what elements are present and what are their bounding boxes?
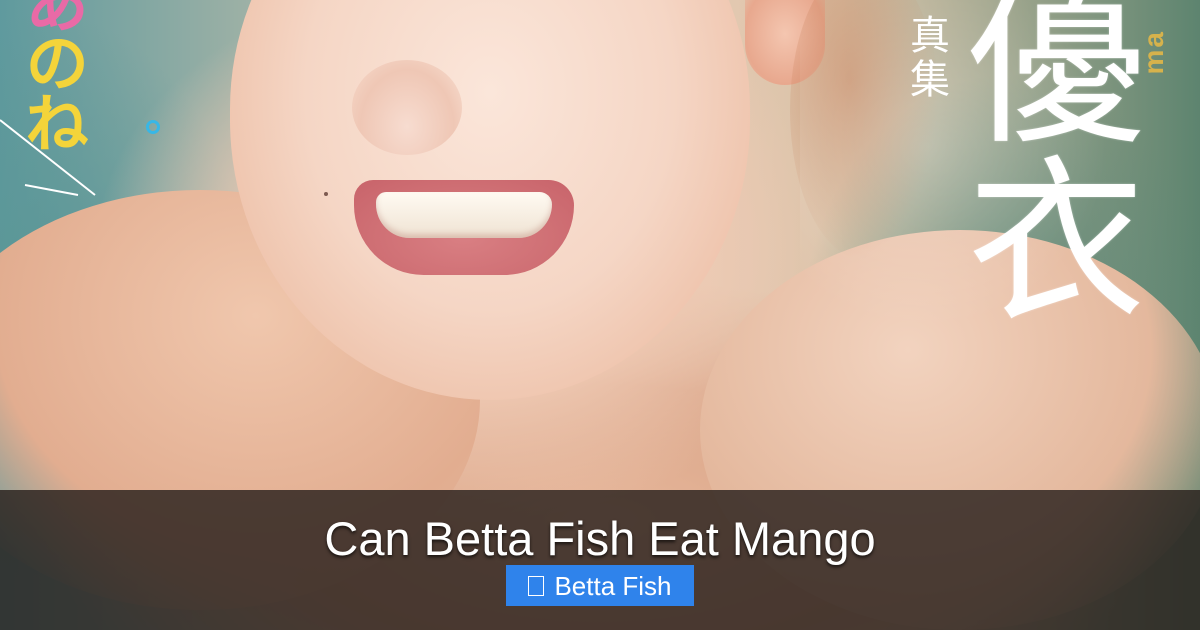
cover-kana-2: の [16, 30, 88, 90]
category-label: Betta Fish [554, 570, 672, 601]
post-title: Can Betta Fish Eat Mango [324, 512, 876, 565]
hero-image-teeth [376, 192, 552, 238]
cover-line-accent [0, 119, 96, 196]
folder-icon [528, 575, 545, 596]
cover-name-text: 優衣 [938, 0, 1145, 326]
cover-dot-mark [146, 120, 160, 134]
category-badge[interactable]: Betta Fish [506, 565, 694, 606]
cover-kana-1: あ [16, 0, 88, 30]
hero-image-nose [352, 60, 462, 155]
cover-roman-text: ma [1138, 30, 1169, 75]
hero-image-mole [324, 192, 328, 196]
